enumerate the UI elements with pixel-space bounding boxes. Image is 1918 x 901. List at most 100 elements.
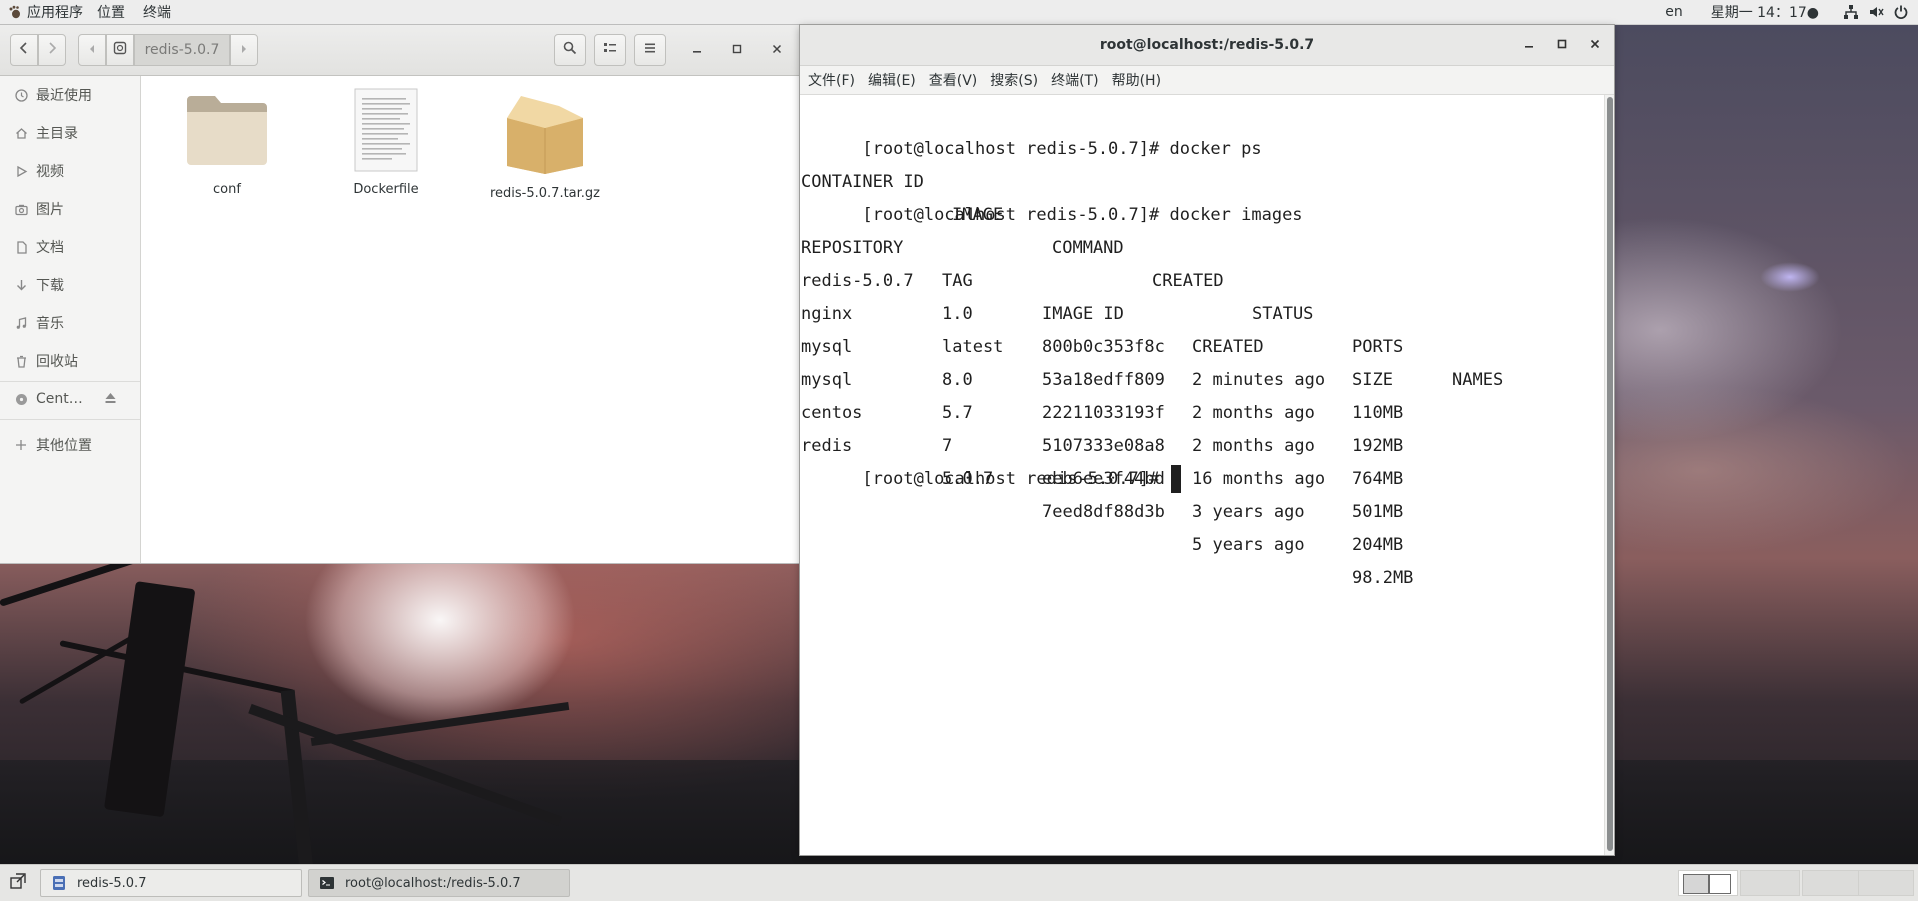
- file-item-dockerfile[interactable]: Dockerfile: [311, 88, 461, 197]
- places-menu-label: 位置: [97, 5, 125, 21]
- terminal-line-prompt: [root@localhost redis-5.0.7]# docker ps: [801, 100, 1261, 159]
- image-created: 5 years ago: [1192, 535, 1305, 555]
- show-desktop-icon: [10, 873, 26, 893]
- sidebar-item-downloads[interactable]: 下载: [0, 273, 140, 297]
- close-icon: [772, 42, 782, 58]
- workspace-2[interactable]: [1740, 870, 1800, 896]
- disc-icon: [14, 392, 28, 406]
- terminal-close-button[interactable]: [1584, 34, 1606, 56]
- eject-icon[interactable]: [104, 392, 117, 408]
- file-item-archive[interactable]: redis-5.0.7.tar.gz: [470, 88, 620, 201]
- menu-edit[interactable]: 编辑(E): [868, 70, 916, 90]
- file-name: Dockerfile: [353, 182, 419, 197]
- taskbar-item-terminal[interactable]: root@localhost:/redis-5.0.7: [308, 869, 570, 897]
- sidebar-item-pictures[interactable]: 图片: [0, 197, 140, 221]
- volume-icon[interactable]: [1868, 4, 1884, 20]
- places-menu[interactable]: 位置: [95, 0, 137, 24]
- sidebar-separator: [0, 419, 140, 420]
- menu-view[interactable]: 查看(V): [929, 70, 978, 90]
- system-tray: en 星期一 14：17●: [1665, 0, 1918, 24]
- terminal-scrollbar[interactable]: [1604, 95, 1614, 855]
- sidebar-item-label: 回收站: [36, 354, 78, 370]
- sidebar-item-label: 视频: [36, 164, 64, 180]
- text-cursor: [1171, 465, 1182, 493]
- terminal-output[interactable]: [root@localhost redis-5.0.7]# docker ps …: [801, 95, 1604, 855]
- terminal-minimize-button[interactable]: [1518, 34, 1540, 56]
- sidebar-item-other-locations[interactable]: 其他位置: [0, 433, 140, 457]
- menu-search[interactable]: 搜索(S): [990, 70, 1038, 90]
- camera-icon: [14, 202, 28, 216]
- maximize-icon: [732, 42, 742, 58]
- terminal-line-prompt: [root@localhost redis-5.0.7]#: [801, 430, 1182, 493]
- file-manager-headerbar: redis-5.0.7: [0, 25, 800, 76]
- path-scroll-right-button[interactable]: [230, 34, 258, 66]
- terminal-titlebar[interactable]: root@localhost:/redis-5.0.7: [800, 25, 1614, 66]
- image-size: 98.2MB: [1352, 568, 1414, 588]
- network-icon[interactable]: [1843, 4, 1859, 20]
- path-current-button[interactable]: redis-5.0.7: [134, 34, 230, 66]
- show-desktop-button[interactable]: [8, 873, 28, 893]
- hamburger-menu-button[interactable]: [634, 34, 666, 66]
- terminal-window: root@localhost:/redis-5.0.7 文件(F) 编辑(E) …: [800, 25, 1614, 855]
- file-icon-view: conf Dockerfile redis-5.0.7.tar.gz: [141, 76, 800, 563]
- applications-menu[interactable]: 应用程序: [0, 0, 95, 24]
- hamburger-icon: [643, 41, 657, 59]
- file-cabinet-icon: [51, 875, 67, 891]
- workspace-3[interactable]: [1802, 870, 1862, 896]
- drive-icon: [113, 41, 127, 59]
- menu-file[interactable]: 文件(F): [808, 70, 855, 90]
- path-root-button[interactable]: [106, 34, 134, 66]
- menu-terminal[interactable]: 终端(T): [1051, 70, 1098, 90]
- bottom-taskbar: redis-5.0.7 root@localhost:/redis-5.0.7: [0, 864, 1918, 901]
- power-icon[interactable]: [1893, 4, 1909, 20]
- image-size: 192MB: [1352, 436, 1404, 456]
- trash-icon: [14, 354, 28, 368]
- terminal-app-menu-label: 终端: [143, 5, 171, 21]
- back-button[interactable]: [10, 34, 38, 66]
- search-button[interactable]: [554, 34, 586, 66]
- sidebar-item-documents[interactable]: 文档: [0, 235, 140, 259]
- clock[interactable]: 星期一 14：17●: [1711, 2, 1819, 22]
- table-row: centos 7 eeb6ee3f44bd 3 years ago 204MB: [801, 364, 1601, 555]
- terminal-title: root@localhost:/redis-5.0.7: [1099, 37, 1315, 53]
- workspace-1[interactable]: [1678, 870, 1738, 896]
- fm-minimize-button[interactable]: [686, 39, 708, 61]
- sidebar-item-label: 音乐: [36, 316, 64, 332]
- taskbar-item-label: redis-5.0.7: [77, 875, 147, 891]
- shell-prompt: [root@localhost redis-5.0.7]#: [862, 469, 1160, 489]
- view-mode-button[interactable]: [594, 34, 626, 66]
- fm-maximize-button[interactable]: [726, 39, 748, 61]
- taskbar-item-file-manager[interactable]: redis-5.0.7: [40, 869, 302, 897]
- sidebar-item-music[interactable]: 音乐: [0, 311, 140, 335]
- file-item-conf[interactable]: conf: [152, 88, 302, 197]
- sidebar-item-trash[interactable]: 回收站: [0, 349, 140, 373]
- wallpaper-fence-rail: [310, 701, 570, 747]
- sidebar-item-label: Cent…: [36, 391, 83, 407]
- file-name: redis-5.0.7.tar.gz: [489, 186, 601, 201]
- terminal-maximize-button[interactable]: [1551, 34, 1573, 56]
- terminal-app-menu[interactable]: 终端: [137, 0, 183, 24]
- image-size: 764MB: [1352, 469, 1404, 489]
- workspace-4[interactable]: [1858, 870, 1914, 896]
- terminal-icon: [319, 875, 335, 891]
- clock-icon: [14, 88, 28, 102]
- forward-arrow-icon: [46, 42, 58, 58]
- scrollbar-thumb[interactable]: [1607, 97, 1613, 851]
- fm-close-button[interactable]: [766, 39, 788, 61]
- sidebar-item-videos[interactable]: 视频: [0, 159, 140, 183]
- top-panel: 应用程序 位置 终端 en 星期一 14：17●: [0, 0, 1918, 25]
- path-scroll-left-button[interactable]: [78, 34, 106, 66]
- image-size: 501MB: [1352, 502, 1404, 522]
- input-language-indicator[interactable]: en: [1665, 4, 1683, 20]
- sidebar-item-home[interactable]: 主目录: [0, 121, 140, 145]
- image-created: 3 years ago: [1192, 502, 1305, 522]
- sidebar-item-recent[interactable]: 最近使用: [0, 83, 140, 107]
- sidebar-item-label: 文档: [36, 240, 64, 256]
- table-row: redis 5.0.7 7eed8df88d3b 5 years ago 98.…: [801, 397, 1601, 588]
- sidebar-item-centos-disc[interactable]: Cent…: [0, 387, 140, 411]
- menu-help[interactable]: 帮助(H): [1112, 70, 1161, 90]
- close-icon: [1590, 37, 1600, 53]
- workspace-window-thumb: [1709, 874, 1731, 894]
- table-row: mysql 5.7 5107333e08a8 16 months ago 501…: [801, 331, 1601, 522]
- forward-button[interactable]: [38, 34, 66, 66]
